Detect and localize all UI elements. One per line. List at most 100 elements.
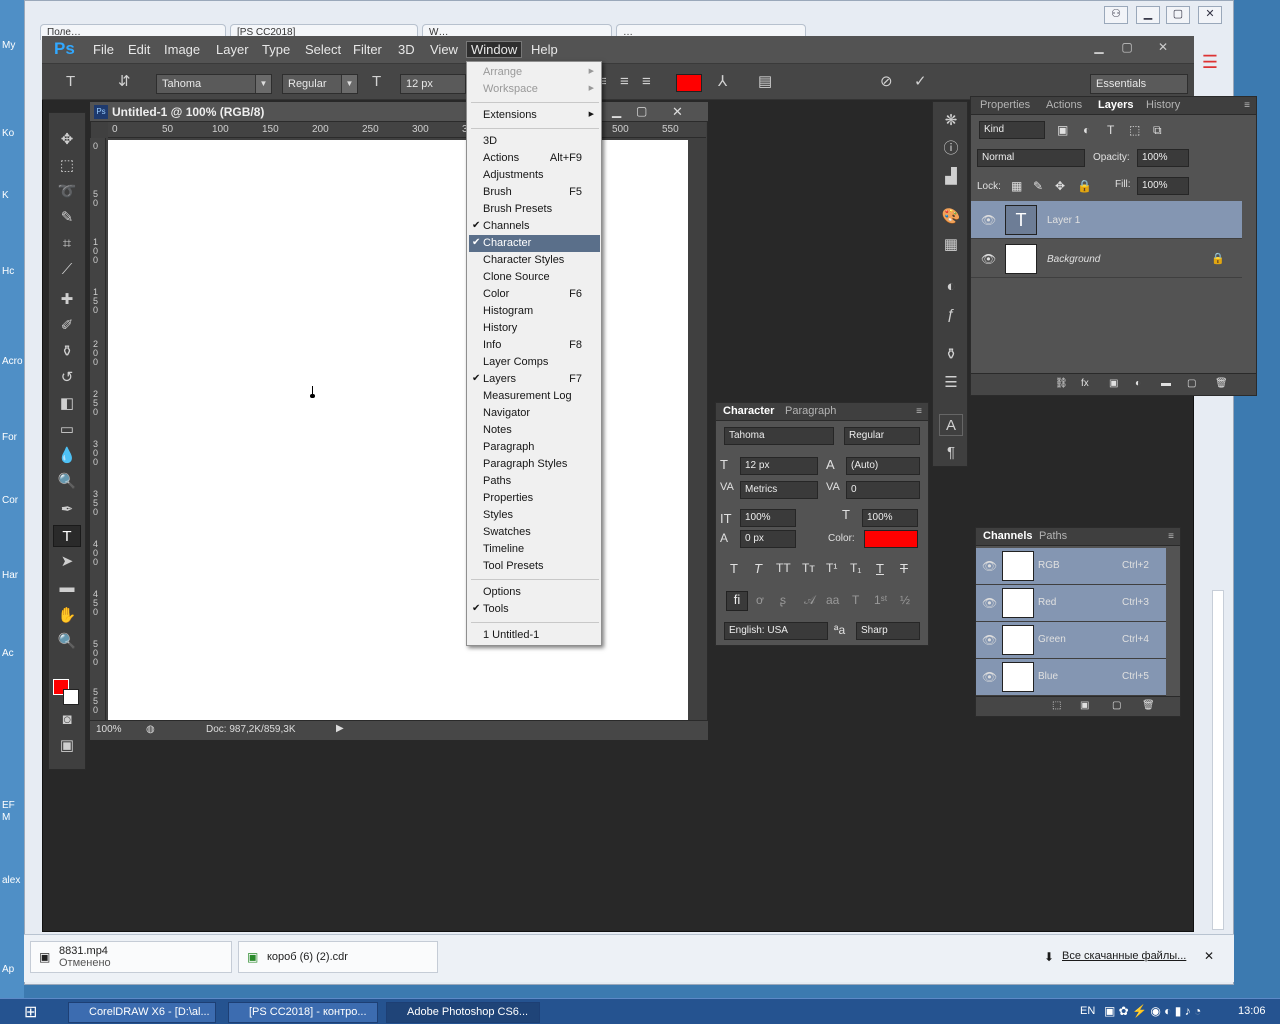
- menu-item-clone-source[interactable]: Clone Source: [469, 269, 600, 286]
- superscript-icon[interactable]: T¹: [826, 561, 837, 575]
- desktop-label[interactable]: M: [2, 812, 10, 823]
- menu-item-notes[interactable]: Notes: [469, 422, 600, 439]
- strikethrough-icon[interactable]: T: [900, 561, 908, 576]
- quick-select-tool-icon[interactable]: ✎: [53, 207, 81, 229]
- path-select-tool-icon[interactable]: ➤: [53, 551, 81, 573]
- lock-transparent-icon[interactable]: ▦: [1011, 179, 1022, 193]
- tab-properties[interactable]: Properties: [975, 99, 1035, 111]
- status-menu-arrow-icon[interactable]: ▶: [336, 723, 344, 734]
- language-indicator[interactable]: EN: [1080, 1005, 1095, 1017]
- language-dropdown[interactable]: English: USA: [724, 622, 828, 640]
- taskbar-item[interactable]: CorelDRAW X6 - [D:\al...: [68, 1002, 216, 1023]
- document-maximize-button[interactable]: ▢: [636, 104, 647, 118]
- ordinals-icon[interactable]: T: [852, 593, 859, 607]
- desktop-label[interactable]: For: [2, 432, 17, 443]
- char-leading-input[interactable]: (Auto): [846, 457, 920, 475]
- fx-icon[interactable]: fx: [1081, 378, 1089, 389]
- opacity-input[interactable]: 100%: [1137, 149, 1189, 167]
- lock-position-icon[interactable]: ✥: [1055, 179, 1065, 193]
- menu-item-styles[interactable]: Styles: [469, 507, 600, 524]
- titling-alternates-icon[interactable]: aa: [826, 593, 839, 607]
- download-item[interactable]: ▣ 8831.mp4 Отменено: [30, 941, 232, 973]
- styles-panel-icon[interactable]: ƒ: [939, 304, 963, 326]
- rectangle-tool-icon[interactable]: ▬: [53, 577, 81, 599]
- align-right-icon[interactable]: ≡: [642, 72, 651, 92]
- hamburger-icon[interactable]: ☰: [1199, 52, 1221, 74]
- filter-type-icon[interactable]: T: [1107, 123, 1114, 137]
- start-icon[interactable]: ⊞: [24, 1002, 37, 1022]
- menu-item-1-untitled-1[interactable]: 1 Untitled-1: [469, 627, 600, 644]
- menu-item-layers[interactable]: ✔ Layers F7: [469, 371, 600, 388]
- char-style-dropdown[interactable]: Regular: [844, 427, 920, 445]
- move-tool-icon[interactable]: ✥: [53, 129, 81, 151]
- user-icon[interactable]: ⚇: [1104, 6, 1128, 24]
- commit-icon[interactable]: ✓: [914, 72, 927, 92]
- faux-bold-icon[interactable]: T: [730, 561, 738, 576]
- filter-shape-icon[interactable]: ⬚: [1129, 123, 1140, 137]
- menu-3d[interactable]: 3D: [398, 42, 415, 57]
- all-caps-icon[interactable]: TT: [776, 561, 791, 575]
- channel-row[interactable]: 👁 Red Ctrl+3: [976, 585, 1166, 622]
- panels-toggle-icon[interactable]: ▤: [758, 72, 772, 92]
- blend-mode-dropdown[interactable]: Normal: [977, 149, 1085, 167]
- background-color-swatch[interactable]: [63, 689, 79, 705]
- crop-tool-icon[interactable]: ⌗: [53, 233, 81, 255]
- menu-item-paragraph-styles[interactable]: Paragraph Styles: [469, 456, 600, 473]
- menu-item-histogram[interactable]: Histogram: [469, 303, 600, 320]
- document-minimize-button[interactable]: ▁: [612, 104, 621, 118]
- menu-item-layer-comps[interactable]: Layer Comps: [469, 354, 600, 371]
- channel-row[interactable]: 👁 Blue Ctrl+5: [976, 659, 1166, 696]
- 3d-panel-icon[interactable]: ❋: [939, 110, 963, 132]
- menu-item-timeline[interactable]: Timeline: [469, 541, 600, 558]
- tab-paths[interactable]: Paths: [1034, 530, 1072, 542]
- load-selection-icon[interactable]: ⬚: [1052, 700, 1061, 711]
- text-color-swatch[interactable]: [676, 74, 702, 92]
- char-baseline-input[interactable]: 0 px: [740, 530, 796, 548]
- menu-item-paragraph[interactable]: Paragraph: [469, 439, 600, 456]
- brush-panel-icon[interactable]: ⚱: [939, 344, 963, 366]
- desktop-label[interactable]: Acro: [2, 356, 23, 367]
- eye-icon[interactable]: 👁: [982, 596, 997, 610]
- menu-window[interactable]: Window: [466, 41, 523, 58]
- character-panel-icon[interactable]: A: [939, 414, 963, 436]
- menu-item-color[interactable]: Color F6: [469, 286, 600, 303]
- document-titlebar[interactable]: Ps Untitled-1 @ 100% (RGB/8) ▁ ▢ ✕: [90, 102, 708, 122]
- menu-item-character[interactable]: ✔ Character: [469, 235, 600, 252]
- menu-item-character-styles[interactable]: Character Styles: [469, 252, 600, 269]
- desktop-label[interactable]: Ac: [2, 648, 14, 659]
- menu-image[interactable]: Image: [164, 42, 200, 57]
- char-vscale-input[interactable]: 100%: [740, 509, 796, 527]
- menu-item-workspace[interactable]: Workspace ▶: [469, 81, 600, 98]
- info-panel-icon[interactable]: ⓘ: [939, 138, 963, 160]
- add-mask-icon[interactable]: ▣: [1109, 378, 1118, 389]
- menu-item-info[interactable]: Info F8: [469, 337, 600, 354]
- menu-item-navigator[interactable]: Navigator: [469, 405, 600, 422]
- filter-adjustment-icon[interactable]: ◐: [1083, 123, 1090, 137]
- quick-mask-icon[interactable]: ◙: [53, 709, 81, 731]
- font-size-dropdown[interactable]: 12 px: [400, 74, 466, 94]
- trash-icon[interactable]: 🗑: [1215, 378, 1228, 389]
- stylistic-alternates-icon[interactable]: 𝒜: [804, 593, 815, 608]
- ps-close-button[interactable]: ✕: [1150, 40, 1176, 58]
- font-style-dropdown[interactable]: Regular ▼: [282, 74, 358, 94]
- clone-stamp-tool-icon[interactable]: ⚱: [53, 341, 81, 363]
- all-downloads-link[interactable]: Все скачанные файлы...: [1062, 950, 1186, 962]
- tab-channels[interactable]: Channels: [978, 530, 1038, 542]
- hand-tool-icon[interactable]: ✋: [53, 605, 81, 627]
- old-style-icon[interactable]: ơ: [756, 593, 764, 607]
- new-channel-icon[interactable]: ▢: [1112, 700, 1121, 711]
- type-tool-icon[interactable]: T: [66, 72, 75, 92]
- faux-italic-icon[interactable]: T: [754, 561, 762, 576]
- menu-item-adjustments[interactable]: Adjustments: [469, 167, 600, 184]
- gradient-tool-icon[interactable]: ▭: [53, 419, 81, 441]
- char-hscale-input[interactable]: 100%: [862, 509, 918, 527]
- healing-brush-tool-icon[interactable]: ✚: [53, 289, 81, 311]
- menu-item-brush[interactable]: Brush F5: [469, 184, 600, 201]
- channel-row[interactable]: 👁 RGB Ctrl+2: [976, 548, 1166, 585]
- layer-row[interactable]: 👁 Background 🔒: [971, 240, 1242, 278]
- ordinal-st-icon[interactable]: 1ˢᵗ: [874, 593, 887, 607]
- font-family-dropdown[interactable]: Tahoma ▼: [156, 74, 272, 94]
- adjustment-layer-icon[interactable]: ◐: [1135, 378, 1141, 389]
- eye-icon[interactable]: 👁: [982, 559, 997, 573]
- tab-actions[interactable]: Actions: [1041, 99, 1087, 111]
